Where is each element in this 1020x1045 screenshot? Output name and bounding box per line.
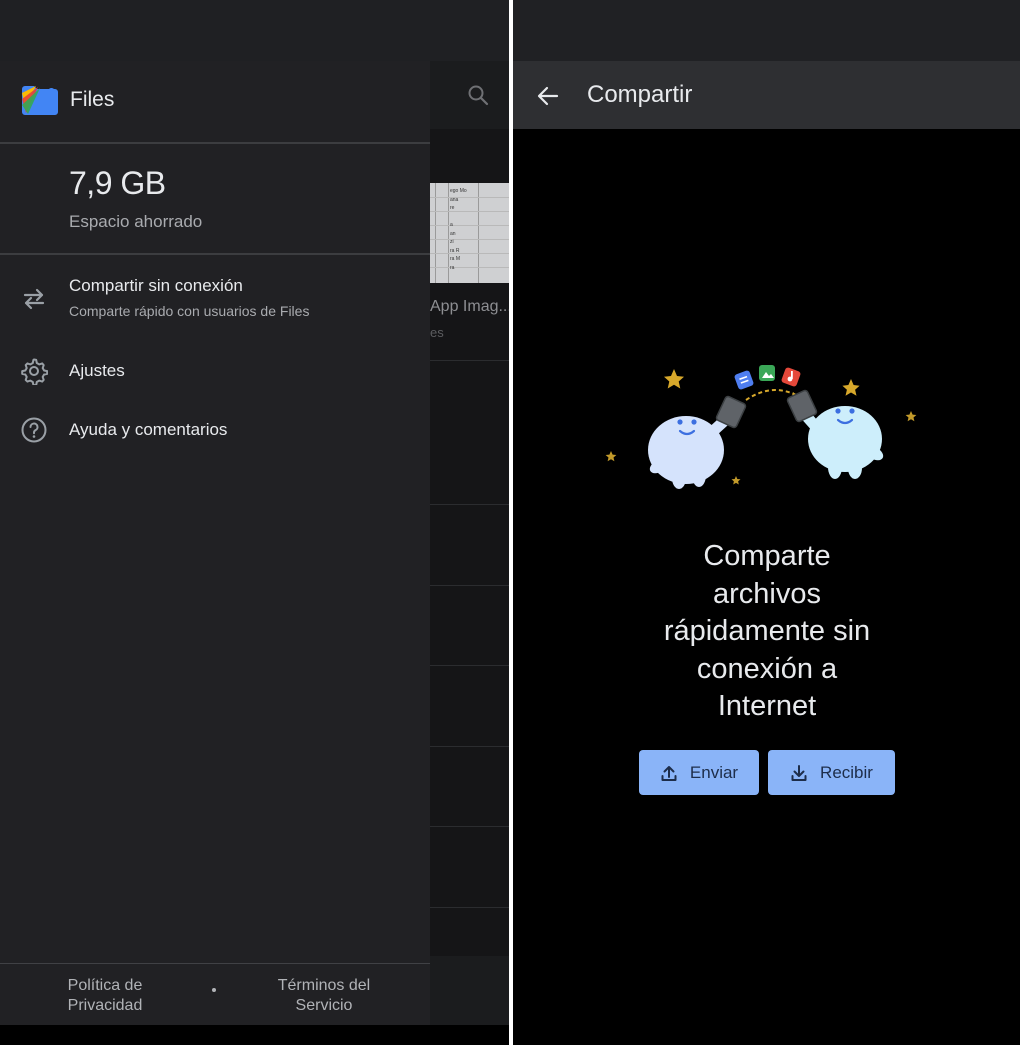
navigation-drawer: Files 7,9 GB Espacio ahorrado Compartir …	[0, 61, 430, 1025]
share-illustration	[605, 365, 917, 489]
status-bar	[0, 0, 509, 61]
page-title: Compartir	[587, 81, 693, 108]
file-thumbnail: ego Mo ana re a an zi ra R ra M ra	[430, 183, 509, 283]
background-bottom-bar	[430, 956, 509, 1025]
privacy-line-1: Política de	[67, 977, 143, 994]
app-bar: Compartir	[513, 61, 1020, 129]
privacy-line-2: Privacidad	[67, 997, 143, 1014]
terms-of-service-link[interactable]: Términos del Servicio	[258, 976, 390, 1016]
terms-line-1: Términos del	[277, 977, 371, 994]
send-button-label: Enviar	[689, 762, 739, 782]
footer-separator-dot	[212, 988, 216, 992]
headline-line: archivos	[713, 577, 821, 610]
files-logo-icon	[22, 86, 58, 115]
left-screen: ego Mo ana re a an zi ra R ra M ra App I…	[0, 0, 509, 1045]
storage-size: 7,9 GB	[69, 165, 166, 201]
upload-icon	[661, 765, 677, 781]
send-button[interactable]: Enviar	[639, 750, 759, 795]
drawer-header: Files	[22, 85, 114, 115]
app-title: Files	[70, 88, 115, 111]
menu-item-share-offline[interactable]: Compartir sin conexión Comparte rápido c…	[0, 261, 430, 337]
headline-line: Comparte	[703, 540, 831, 572]
privacy-policy-link[interactable]: Política de Privacidad	[44, 976, 166, 1016]
help-circle-icon	[20, 416, 48, 444]
menu-item-label: Compartir sin conexión	[69, 276, 243, 295]
headline-line: Internet	[717, 690, 817, 722]
headline-line: conexión a	[696, 652, 838, 685]
menu-item-label: Ayuda y comentarios	[69, 420, 228, 439]
file-caption: App Imag...	[430, 298, 509, 315]
menu-item-label: Ajustes	[69, 361, 125, 380]
thumbnail-text: ego Mo ana re a an zi ra R ra M ra	[450, 188, 467, 271]
file-subtitle: es	[430, 325, 444, 340]
storage-label: Espacio ahorrado	[69, 212, 203, 231]
headline-line: rápidamente sin	[663, 615, 871, 647]
menu-item-sublabel: Comparte rápido con usuarios de Files	[69, 303, 310, 319]
status-bar	[513, 0, 1020, 61]
right-screen: Compartir Comparte archivos rápidamente …	[513, 0, 1020, 1045]
swap-arrows-icon	[20, 285, 48, 313]
search-icon	[468, 85, 489, 106]
menu-item-help[interactable]: Ayuda y comentarios	[0, 406, 430, 454]
divider	[0, 142, 430, 144]
share-headline: Comparte archivos rápidamente sin conexi…	[617, 538, 917, 726]
drawer-footer: Política de Privacidad Términos del Serv…	[0, 964, 430, 1025]
receive-button-label: Recibir	[820, 762, 873, 782]
gear-icon	[20, 357, 48, 385]
menu-item-settings[interactable]: Ajustes	[0, 347, 430, 395]
receive-button[interactable]: Recibir	[768, 750, 895, 795]
divider	[0, 253, 430, 255]
download-icon	[791, 764, 807, 781]
background-toolbar	[430, 61, 509, 129]
arrow-left-icon[interactable]	[535, 83, 561, 109]
terms-line-2: Servicio	[295, 997, 353, 1014]
background-app: ego Mo ana re a an zi ra R ra M ra App I…	[430, 61, 509, 1025]
